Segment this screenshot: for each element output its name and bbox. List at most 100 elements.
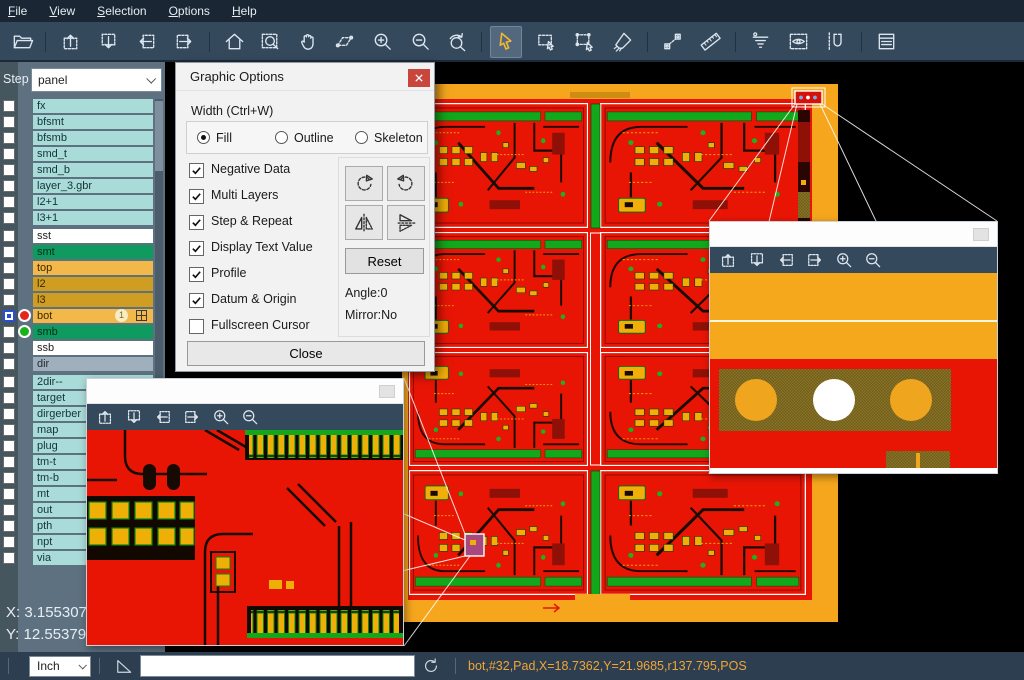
scrollbar-thumb[interactable]: [155, 101, 163, 171]
layer-visibility-checkbox[interactable]: [3, 326, 15, 338]
grid-icon[interactable]: [136, 310, 147, 321]
layer-visibility-checkbox[interactable]: [3, 310, 15, 322]
pan-down-icon[interactable]: [124, 407, 144, 427]
pan-left-icon[interactable]: [776, 250, 796, 270]
window-select-button[interactable]: [533, 28, 559, 54]
layer-visibility-checkbox[interactable]: [3, 116, 15, 128]
step-select[interactable]: panel: [31, 68, 162, 92]
zoom-previous-button[interactable]: [443, 28, 469, 54]
magnifier-close-button[interactable]: [973, 228, 989, 241]
option-datum-origin[interactable]: Datum & Origin: [189, 290, 339, 316]
layer-visibility-checkbox[interactable]: [3, 552, 15, 564]
measure-move-button[interactable]: [331, 28, 357, 54]
magnifier-title-bar[interactable]: [710, 222, 997, 247]
rotate-cw-button[interactable]: [345, 166, 383, 201]
menu-file[interactable]: File: [8, 4, 27, 18]
magnified-pcb-view[interactable]: [87, 430, 403, 645]
zoom-in-icon[interactable]: [834, 250, 854, 270]
menu-help[interactable]: Help: [232, 4, 257, 18]
pan-right-icon[interactable]: [805, 250, 825, 270]
option-multi-layers[interactable]: Multi Layers: [189, 186, 339, 212]
layer-visibility-checkbox[interactable]: [3, 488, 15, 500]
radio-skeleton[interactable]: Skeleton: [355, 131, 423, 145]
layer-item[interactable]: smd_b: [33, 163, 153, 177]
mirror-horizontal-button[interactable]: [345, 205, 383, 240]
checkbox-icon[interactable]: [189, 293, 204, 308]
ruler-button[interactable]: [697, 28, 723, 54]
layer-visibility-checkbox[interactable]: [3, 456, 15, 468]
clear-brush-button[interactable]: [609, 28, 635, 54]
option-display-text-value[interactable]: Display Text Value: [189, 238, 339, 264]
zoom-out-icon[interactable]: [863, 250, 883, 270]
pan-up-icon[interactable]: [95, 407, 115, 427]
option-profile[interactable]: Profile: [189, 264, 339, 290]
checkbox-icon[interactable]: [189, 215, 204, 230]
layer-visibility-checkbox[interactable]: [3, 408, 15, 420]
layer-item[interactable]: bfsmb: [33, 131, 153, 145]
layer-item[interactable]: l2: [33, 277, 153, 291]
pan-up-icon[interactable]: [718, 250, 738, 270]
layer-visibility-checkbox[interactable]: [3, 100, 15, 112]
close-button[interactable]: Close: [187, 341, 425, 366]
pan-hand-button[interactable]: [295, 28, 321, 54]
layer-visibility-checkbox[interactable]: [3, 392, 15, 404]
pan-down-button[interactable]: [95, 28, 121, 54]
layer-visibility-checkbox[interactable]: [3, 132, 15, 144]
pan-up-button[interactable]: [57, 28, 83, 54]
view-options-button[interactable]: [785, 28, 811, 54]
layer-visibility-checkbox[interactable]: [3, 230, 15, 242]
layer-visibility-checkbox[interactable]: [3, 536, 15, 548]
menu-options[interactable]: Options: [169, 4, 210, 18]
layer-visibility-checkbox[interactable]: [3, 358, 15, 370]
layer-item[interactable]: l3: [33, 293, 153, 307]
layer-visibility-checkbox[interactable]: [3, 246, 15, 258]
menu-selection[interactable]: Selection: [97, 4, 146, 18]
home-fit-button[interactable]: [221, 28, 247, 54]
layer-visibility-checkbox[interactable]: [3, 342, 15, 354]
option-step-repeat[interactable]: Step & Repeat: [189, 212, 339, 238]
pan-left-button[interactable]: [133, 28, 159, 54]
radio-fill[interactable]: Fill: [197, 131, 232, 145]
layer-panel-button[interactable]: [873, 28, 899, 54]
layer-visibility-checkbox[interactable]: [3, 196, 15, 208]
zoom-window-button[interactable]: [257, 28, 283, 54]
layer-item[interactable]: bfsmt: [33, 115, 153, 129]
checkbox-icon[interactable]: [189, 267, 204, 282]
layer-visibility-checkbox[interactable]: [3, 180, 15, 192]
point-measure-button[interactable]: [659, 28, 685, 54]
pan-down-icon[interactable]: [747, 250, 767, 270]
layer-visibility-checkbox[interactable]: [3, 294, 15, 306]
layer-item[interactable]: sst: [33, 229, 153, 243]
layer-item[interactable]: ssb: [33, 341, 153, 355]
layer-visibility-checkbox[interactable]: [3, 376, 15, 388]
checkbox-icon[interactable]: [189, 319, 204, 334]
pan-right-button[interactable]: [171, 28, 197, 54]
layer-visibility-checkbox[interactable]: [3, 440, 15, 452]
zoom-out-button[interactable]: [407, 28, 433, 54]
magnifier-close-button[interactable]: [379, 385, 395, 398]
command-input[interactable]: [140, 655, 415, 677]
checkbox-icon[interactable]: [189, 189, 204, 204]
magnifier-title-bar[interactable]: [87, 379, 403, 404]
layer-visibility-checkbox[interactable]: [3, 148, 15, 160]
layer-item[interactable]: bot: [33, 309, 153, 323]
unit-select[interactable]: Inch: [29, 656, 91, 677]
menu-view[interactable]: View: [49, 4, 75, 18]
corner-snap-icon[interactable]: [114, 656, 134, 676]
layer-visibility-checkbox[interactable]: [3, 424, 15, 436]
layer-item[interactable]: l2+1: [33, 195, 153, 209]
dialog-close-button[interactable]: [408, 69, 430, 87]
layer-item[interactable]: layer_3.gbr: [33, 179, 153, 193]
layer-visibility-checkbox[interactable]: [3, 472, 15, 484]
pan-left-icon[interactable]: [153, 407, 173, 427]
group-select-button[interactable]: [571, 28, 597, 54]
layer-item[interactable]: top: [33, 261, 153, 275]
zoom-in-icon[interactable]: [211, 407, 231, 427]
zoom-in-button[interactable]: [369, 28, 395, 54]
open-file-button[interactable]: [9, 28, 35, 54]
select-cursor-button[interactable]: [493, 28, 519, 54]
magnified-panel-corner-view[interactable]: [710, 273, 997, 468]
zoom-out-icon[interactable]: [240, 407, 260, 427]
layer-visibility-checkbox[interactable]: [3, 164, 15, 176]
layer-item[interactable]: smt: [33, 245, 153, 259]
